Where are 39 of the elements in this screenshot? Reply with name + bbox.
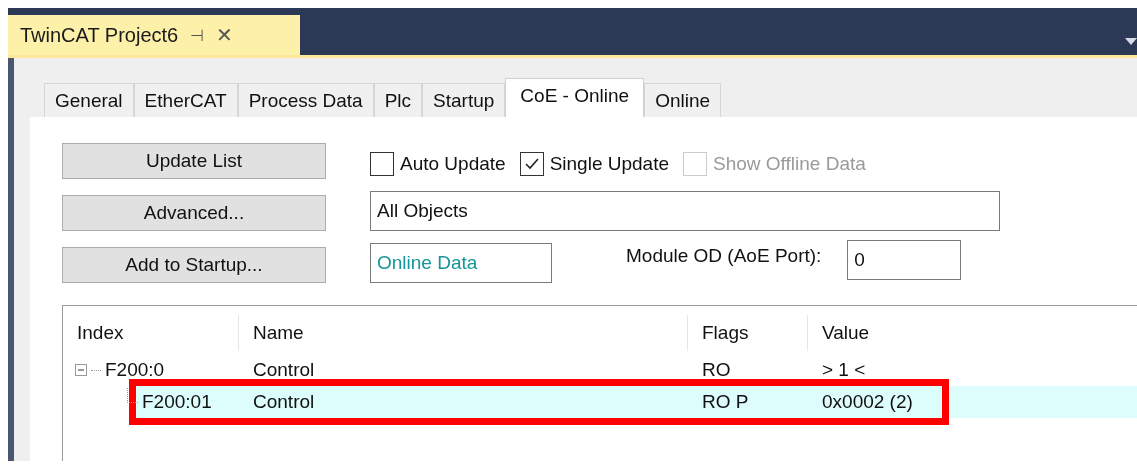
checkbox-label: Show Offline Data (713, 153, 866, 175)
dialog-button[interactable]: Advanced... (62, 195, 326, 231)
checkbox[interactable] (519, 152, 544, 176)
tab[interactable]: EtherCAT (133, 83, 238, 117)
column-header[interactable]: Flags (688, 315, 808, 351)
table-cell: F200:0 (105, 359, 165, 381)
table-cell: Control (253, 359, 315, 381)
close-button[interactable]: ✕ (216, 23, 234, 47)
tab[interactable]: Online (644, 83, 722, 117)
column-header[interactable]: Value (808, 315, 1108, 351)
checkbox[interactable] (370, 152, 394, 176)
table-row[interactable] (133, 386, 1137, 418)
tab[interactable]: Process Data (237, 83, 374, 117)
column-header[interactable]: Index (63, 315, 239, 351)
object-filter-field[interactable]: All Objects (370, 191, 1000, 231)
collapse-icon[interactable] (75, 364, 87, 376)
document-title: TwinCAT Project6 (20, 23, 179, 47)
tab[interactable]: Plc (373, 83, 423, 117)
column-header[interactable]: Name (239, 315, 688, 351)
checkbox-label: Single Update (549, 153, 669, 175)
dialog-button[interactable]: Add to Startup... (62, 247, 326, 283)
table-cell: RO (702, 359, 731, 381)
dropdown-icon[interactable] (1125, 38, 1137, 46)
table-cell: Control (253, 391, 315, 413)
table-cell: > 1 < (822, 359, 866, 381)
table-cell: F200:01 (142, 391, 212, 413)
checkbox-label: Auto Update (400, 153, 506, 175)
document-tab[interactable]: TwinCAT Project6 ⊣ ✕ (8, 15, 300, 55)
pin-button[interactable]: ⊣ (190, 25, 205, 45)
table-cell: RO P (702, 391, 749, 413)
module-od-label: Module OD (AoE Port): (626, 245, 822, 267)
module-od-field[interactable]: 0 (847, 240, 962, 280)
dialog-button[interactable]: Update List (62, 143, 326, 179)
tab[interactable]: General (44, 83, 134, 117)
table-cell: 0x0002 (2) (822, 391, 913, 413)
checkmark-icon (523, 157, 540, 171)
tab[interactable]: CoE - Online (505, 78, 645, 117)
data-source-field[interactable]: Online Data (370, 243, 552, 283)
tab[interactable]: Startup (422, 83, 506, 117)
